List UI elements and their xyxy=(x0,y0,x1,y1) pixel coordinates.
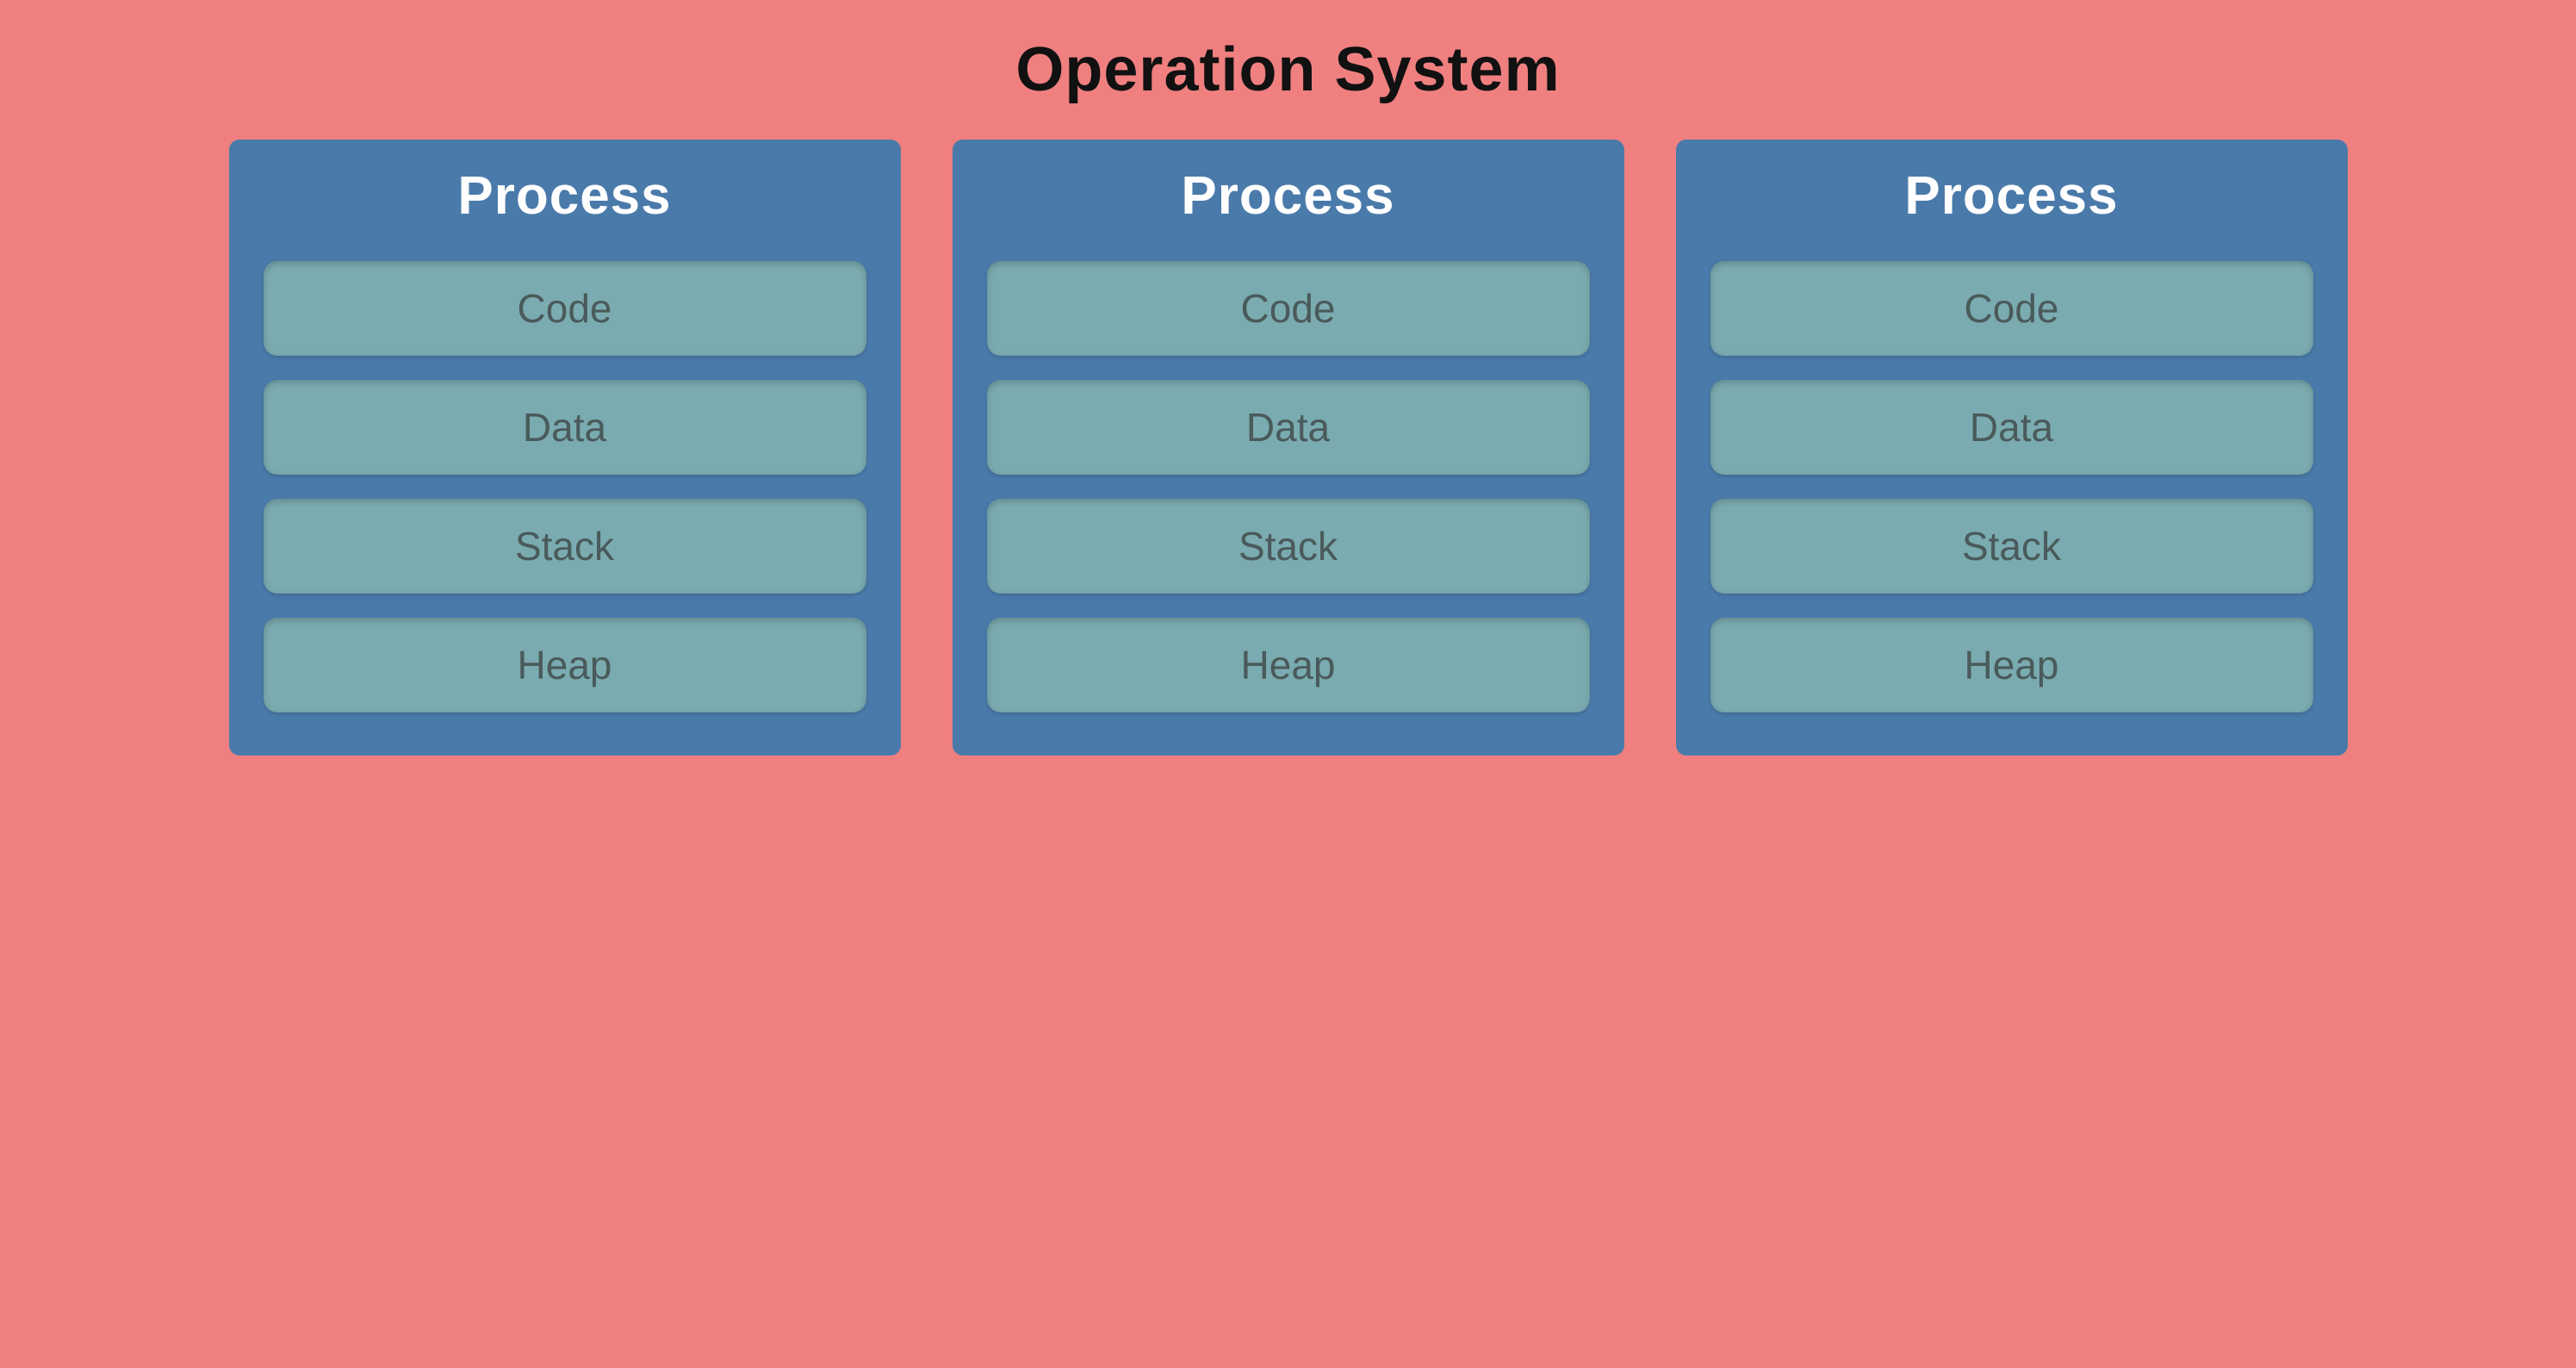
segment-stack-1: Stack xyxy=(264,499,866,594)
segment-code-2: Code xyxy=(987,261,1590,356)
process-box-1: Process Code Data Stack Heap xyxy=(229,140,901,756)
segment-data-2: Data xyxy=(987,380,1590,475)
process-title-3: Process xyxy=(1904,165,2118,227)
segment-stack-2: Stack xyxy=(987,499,1590,594)
process-box-2: Process Code Data Stack Heap xyxy=(953,140,1624,756)
segment-code-3: Code xyxy=(1710,261,2313,356)
segment-heap-3: Heap xyxy=(1710,618,2313,712)
segment-list-1: Code Data Stack Heap xyxy=(264,261,866,712)
segment-list-3: Code Data Stack Heap xyxy=(1710,261,2313,712)
process-box-3: Process Code Data Stack Heap xyxy=(1676,140,2348,756)
segment-data-3: Data xyxy=(1710,380,2313,475)
segment-stack-3: Stack xyxy=(1710,499,2313,594)
process-title-1: Process xyxy=(457,165,671,227)
process-title-2: Process xyxy=(1181,165,1394,227)
processes-container: Process Code Data Stack Heap Process Cod… xyxy=(83,140,2494,756)
segment-list-2: Code Data Stack Heap xyxy=(987,261,1590,712)
segment-data-1: Data xyxy=(264,380,866,475)
segment-heap-2: Heap xyxy=(987,618,1590,712)
segment-code-1: Code xyxy=(264,261,866,356)
page-title: Operation System xyxy=(1015,34,1560,105)
segment-heap-1: Heap xyxy=(264,618,866,712)
